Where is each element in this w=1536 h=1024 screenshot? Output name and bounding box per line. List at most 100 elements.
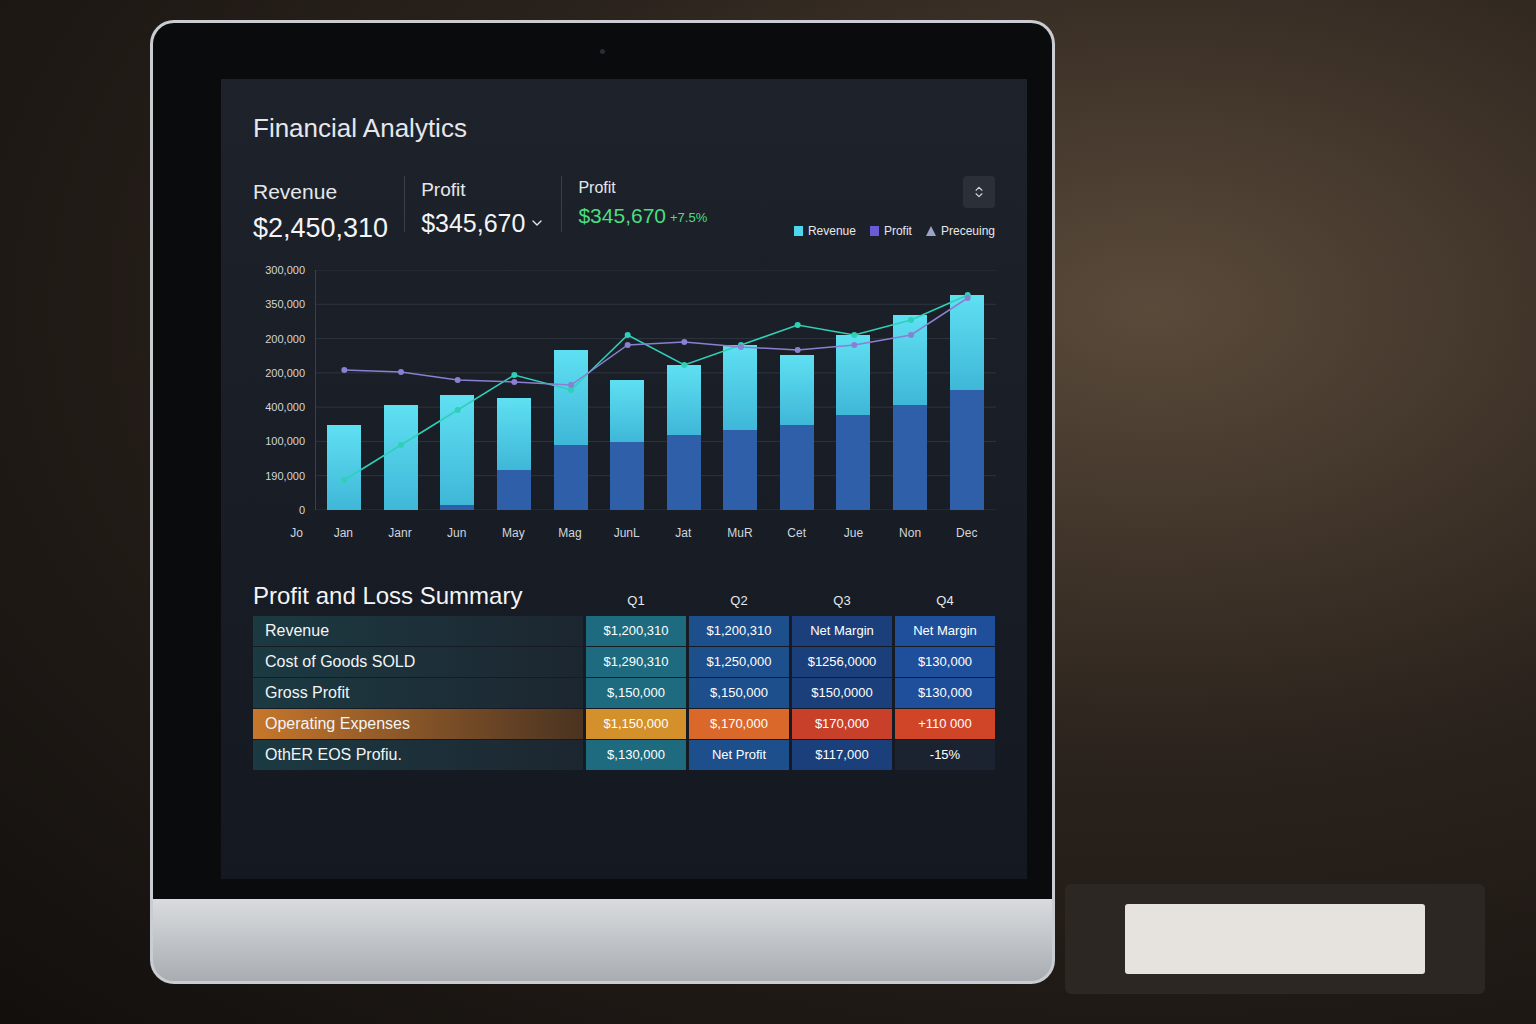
quarter-column: Q4Net Margin$130,000$130,000+110 000-15% (895, 576, 995, 771)
table-cell[interactable]: $1,200,310 (586, 616, 686, 646)
table-cell[interactable]: $,150,000 (586, 678, 686, 708)
kpi-label: Profit (421, 176, 545, 205)
table-cell[interactable]: $130,000 (895, 647, 995, 677)
table-cell[interactable]: Net Margin (792, 616, 892, 646)
table-cell[interactable]: $,130,000 (586, 740, 686, 770)
x-tick: Janr (372, 524, 429, 542)
bar-lower (723, 430, 757, 510)
chevron-down-icon[interactable] (529, 215, 545, 231)
line-series (316, 270, 996, 510)
bar-lower (667, 435, 701, 510)
y-tick: 190,000 (265, 470, 305, 482)
kpi-value: $2,450,310 (253, 208, 388, 249)
x-tick: JunL (598, 524, 655, 542)
x-tick: Jun (428, 524, 485, 542)
x-tick: Mag (542, 524, 599, 542)
table-cell[interactable]: Net Profit (689, 740, 789, 770)
table-cell[interactable]: $1,150,000 (586, 709, 686, 739)
revenue-bar[interactable] (384, 405, 418, 510)
revenue-bar[interactable] (780, 355, 814, 510)
kpi-divider (561, 176, 562, 232)
y-tick: 300,000 (265, 264, 305, 276)
kpi-row: Revenue$2,450,310Profit$345,670Profit$34… (253, 176, 995, 248)
bar-lower (836, 415, 870, 510)
chart: 300,000350,000200,000200,000400,000100,0… (253, 270, 995, 542)
toggle-button[interactable] (963, 176, 995, 208)
row-label[interactable]: Operating Expenses (253, 709, 583, 739)
legend-item[interactable]: Profit (870, 222, 912, 240)
revenue-bar[interactable] (667, 365, 701, 510)
kpi-value: $345,670 (421, 205, 525, 243)
bar-upper (497, 398, 531, 470)
legend-triangle-icon (926, 226, 936, 236)
revenue-bar[interactable] (327, 425, 361, 510)
kpi-divider (404, 176, 405, 232)
row-label[interactable]: OthER EOS Profiu. (253, 740, 583, 770)
table-cell[interactable]: $,170,000 (689, 709, 789, 739)
bar-upper (384, 405, 418, 510)
bar-lower (440, 505, 474, 510)
table-cell[interactable]: $130,000 (895, 678, 995, 708)
table-cell[interactable]: $1,290,310 (586, 647, 686, 677)
bar-upper (554, 350, 588, 445)
bar-upper (723, 345, 757, 430)
table-cell[interactable]: $1,200,310 (689, 616, 789, 646)
x-axis: JoJanJanrJunMayMagJunLJatMuRCetJueNonDec (253, 524, 995, 542)
table-cell[interactable]: +110 000 (895, 709, 995, 739)
bar-lower (893, 405, 927, 510)
bars (316, 270, 995, 510)
row-label[interactable]: Gross Profit (253, 678, 583, 708)
legend-swatch (870, 226, 879, 236)
column-header: Q3 (833, 591, 850, 611)
y-tick: 100,000 (265, 435, 305, 447)
quarter-column: Q3 Net Margin$1256,0000$150,0000$170,000$… (792, 576, 892, 771)
legend-label: Profit (884, 222, 912, 240)
x-tick: Jat (655, 524, 712, 542)
table-cell[interactable]: $170,000 (792, 709, 892, 739)
bar-upper (610, 380, 644, 442)
bar-upper (950, 295, 984, 390)
quarter-column: Q1 $1,200,310$1,290,310$,150,000$1,150,00… (586, 576, 686, 771)
row-label[interactable]: Revenue (253, 616, 583, 646)
x-tick: Cet (768, 524, 825, 542)
bar-lower (950, 390, 984, 510)
pl-summary: Profit and Loss SummaryRevenueCost of Go… (253, 576, 995, 771)
revenue-bar[interactable] (950, 295, 984, 510)
table-cell[interactable]: $1256,0000 (792, 647, 892, 677)
kpi-label: Revenue (253, 176, 388, 208)
revenue-bar[interactable] (497, 398, 531, 510)
revenue-bar[interactable] (893, 315, 927, 510)
table-cell[interactable]: $117,000 (792, 740, 892, 770)
x-tick: May (485, 524, 542, 542)
monitor: Financial AnalyticsRevenue$2,450,310Prof… (150, 20, 1055, 984)
table-cell[interactable]: $1,250,000 (689, 647, 789, 677)
legend-item[interactable]: Preceuing (926, 222, 995, 240)
revenue-bar[interactable] (610, 380, 644, 510)
row-label[interactable]: Cost of Goods SOLD (253, 647, 583, 677)
x-tick: Dec (938, 524, 995, 542)
legend-item[interactable]: Revenue (794, 222, 856, 240)
bar-lower (780, 425, 814, 510)
table-cell[interactable]: $150,0000 (792, 678, 892, 708)
kpi: Revenue$2,450,310 (253, 176, 388, 248)
monitor-chin (153, 899, 1052, 981)
x-tick: MuR (712, 524, 769, 542)
revenue-bar[interactable] (723, 345, 757, 510)
x-origin-label: Jo (290, 524, 303, 542)
y-tick: 400,000 (265, 401, 305, 413)
y-tick: 200,000 (265, 367, 305, 379)
table-cell[interactable]: $,150,000 (689, 678, 789, 708)
legend-swatch (794, 226, 803, 236)
revenue-bar[interactable] (836, 335, 870, 510)
desk-papers (1065, 884, 1485, 994)
table-cell[interactable]: -15% (895, 740, 995, 770)
bar-upper (327, 425, 361, 510)
quarter-column: Q2$1,200,310$1,250,000$,150,000$,170,000… (689, 576, 789, 771)
x-tick: Jue (825, 524, 882, 542)
column-header: Q1 (627, 591, 644, 611)
column-header: Q4 (936, 591, 953, 611)
kpi-label: Profit (578, 176, 707, 200)
revenue-bar[interactable] (554, 350, 588, 510)
kpi: Profit$345,670 (388, 176, 545, 242)
table-cell[interactable]: Net Margin (895, 616, 995, 646)
